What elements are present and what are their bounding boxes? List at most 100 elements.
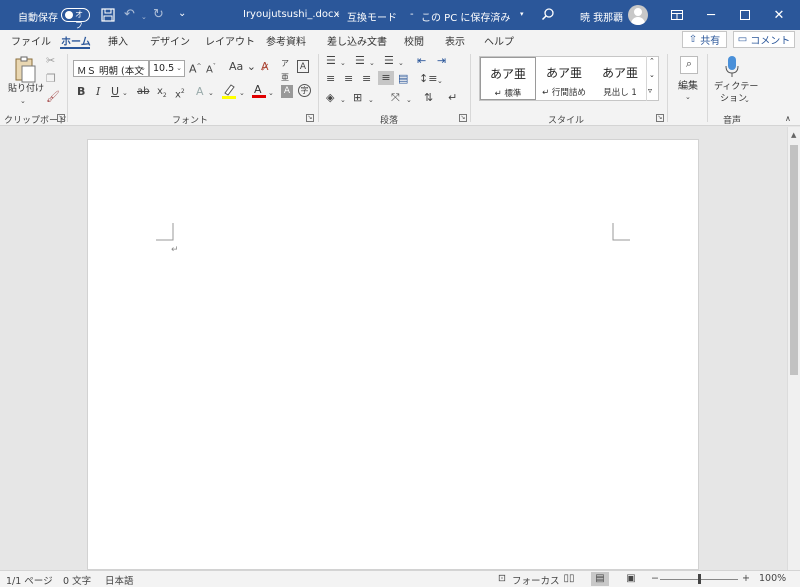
word-count[interactable]: 0 文字 <box>63 573 91 587</box>
zoom-out-button[interactable]: − <box>651 573 659 584</box>
shading-dropdown-icon[interactable]: ⌄ <box>340 93 346 107</box>
tab-file[interactable]: ファイル <box>11 33 51 48</box>
user-name[interactable]: 暁 我那覇 <box>580 9 623 24</box>
superscript-icon[interactable]: x2 <box>175 85 185 102</box>
increase-indent-icon[interactable]: ⇥ <box>437 54 446 68</box>
asian-layout-dropdown-icon[interactable]: ⌄ <box>406 93 412 107</box>
maximize-icon[interactable] <box>728 0 762 30</box>
customize-qat-icon[interactable]: ⌄ <box>178 7 186 21</box>
dictation-label-line1[interactable]: ディクテー <box>714 81 758 93</box>
tab-insert[interactable]: 挿入 <box>108 33 128 48</box>
web-layout-icon[interactable]: ▣ <box>622 572 640 586</box>
numbering-icon[interactable]: ☰ <box>355 54 365 68</box>
font-name-combobox[interactable]: ＭＳ 明朝 (本文 ⌄ <box>73 60 149 77</box>
format-painter-icon[interactable]: 🖌 <box>46 90 60 104</box>
change-case-icon[interactable]: Aa ⌄ <box>229 60 256 74</box>
align-center-icon[interactable]: ≡ <box>344 72 353 86</box>
italic-icon[interactable]: I <box>96 85 100 99</box>
multilevel-list-icon[interactable]: ☰ <box>384 54 394 68</box>
ribbon-display-options-icon[interactable] <box>660 0 694 30</box>
tab-references[interactable]: 参考資料 <box>266 33 306 48</box>
text-effects-dropdown-icon[interactable]: ⌄ <box>208 86 214 100</box>
font-name-dropdown-icon[interactable]: ⌄ <box>140 64 146 72</box>
print-layout-icon[interactable]: ▤ <box>591 572 609 586</box>
editing-dropdown-icon[interactable]: ⌄ <box>685 90 691 104</box>
gallery-down-icon[interactable]: ⌄ <box>649 71 655 79</box>
zoom-slider-thumb[interactable] <box>698 574 701 584</box>
tab-layout[interactable]: レイアウト <box>205 33 255 48</box>
borders-dropdown-icon[interactable]: ⌄ <box>368 93 374 107</box>
character-shading-icon[interactable]: A <box>281 85 293 98</box>
focus-mode[interactable]: フォーカス <box>512 573 560 587</box>
styles-launcher-icon[interactable]: ↘ <box>656 114 664 122</box>
font-launcher-icon[interactable]: ↘ <box>306 114 314 122</box>
style-item[interactable]: あア亜 ↵ 行間詰め <box>536 57 592 100</box>
tab-review[interactable]: 校閲 <box>404 33 424 48</box>
align-left-icon[interactable]: ≡ <box>326 72 335 86</box>
paragraph-launcher-icon[interactable]: ↘ <box>459 114 467 122</box>
underline-dropdown-icon[interactable]: ⌄ <box>122 86 128 100</box>
tab-mailings[interactable]: 差し込み文書 <box>327 33 387 48</box>
clear-formatting-icon[interactable]: A̷ <box>261 60 269 74</box>
multilevel-dropdown-icon[interactable]: ⌄ <box>398 56 404 70</box>
zoom-in-button[interactable]: + <box>742 573 750 584</box>
close-icon[interactable]: ✕ <box>762 0 796 30</box>
comments-button[interactable]: ▭ コメント <box>733 31 795 48</box>
paste-label[interactable]: 貼り付け <box>8 83 44 95</box>
tab-help[interactable]: ヘルプ <box>484 33 514 48</box>
dictation-dropdown-icon[interactable]: ⌄ <box>744 93 750 107</box>
font-color-icon[interactable]: A <box>252 82 266 102</box>
font-size-combobox[interactable]: 10.5 ⌄ <box>149 60 185 77</box>
language[interactable]: 日本語 <box>105 573 134 587</box>
distributed-icon[interactable]: ▤ <box>398 72 408 86</box>
copy-icon[interactable]: ❐ <box>46 72 56 86</box>
paste-dropdown-icon[interactable]: ⌄ <box>20 94 26 108</box>
microphone-icon[interactable] <box>725 55 739 82</box>
style-item[interactable]: あア亜 見出し 1 <box>592 57 648 100</box>
phonetic-guide-icon[interactable]: ア亜 <box>281 57 289 85</box>
text-effects-icon[interactable]: A <box>196 85 204 99</box>
line-spacing-dropdown-icon[interactable]: ⌄ <box>437 74 443 88</box>
bullets-icon[interactable]: ☰ <box>326 54 336 68</box>
asian-layout-icon[interactable]: ⤧ <box>391 91 400 105</box>
save-state[interactable]: この PC に保存済み <box>421 9 510 24</box>
scroll-up-icon[interactable]: ▲ <box>791 131 796 139</box>
clipboard-launcher-icon[interactable]: ↘ <box>57 114 65 122</box>
tab-design[interactable]: デザイン <box>150 33 190 48</box>
character-border-icon[interactable]: A <box>297 60 309 73</box>
minimize-icon[interactable]: ─ <box>694 0 728 30</box>
font-size-dropdown-icon[interactable]: ⌄ <box>176 64 182 72</box>
cut-icon[interactable]: ✂ <box>46 54 55 68</box>
font-color-dropdown-icon[interactable]: ⌄ <box>268 86 274 100</box>
read-mode-icon[interactable]: ▯▯ <box>560 572 578 586</box>
undo-dropdown-icon[interactable]: ⌄ <box>141 10 147 24</box>
underline-icon[interactable]: U <box>111 85 119 99</box>
numbering-dropdown-icon[interactable]: ⌄ <box>369 56 375 70</box>
page-count[interactable]: 1/1 ページ <box>6 573 53 587</box>
highlight-dropdown-icon[interactable]: ⌄ <box>239 86 245 100</box>
search-icon[interactable] <box>541 7 555 25</box>
justify-icon[interactable]: ≡ <box>378 71 394 85</box>
subscript-icon[interactable]: x2 <box>157 85 167 103</box>
share-button[interactable]: ⇧ 共有 <box>682 31 727 48</box>
show-hide-marks-icon[interactable]: ↵ <box>448 91 457 105</box>
tab-view[interactable]: 表示 <box>445 33 465 48</box>
shrink-font-icon[interactable]: A˅ <box>206 60 216 77</box>
zoom-level[interactable]: 100% <box>759 573 786 584</box>
bold-icon[interactable]: B <box>77 85 85 99</box>
autosave-toggle[interactable]: オフ <box>61 8 90 30</box>
borders-icon[interactable]: ⊞ <box>353 91 362 105</box>
strikethrough-icon[interactable]: ab <box>137 85 149 99</box>
gallery-more-icon[interactable]: ▿ <box>648 86 652 95</box>
bullets-dropdown-icon[interactable]: ⌄ <box>340 56 346 70</box>
save-state-dropdown-icon[interactable]: ▾ <box>520 10 524 18</box>
gallery-up-icon[interactable]: ⌃ <box>649 57 655 65</box>
decrease-indent-icon[interactable]: ⇤ <box>417 54 426 68</box>
undo-icon[interactable]: ↶ <box>124 8 135 22</box>
dictation-label-line2[interactable]: ション <box>720 93 747 105</box>
align-right-icon[interactable]: ≡ <box>362 72 371 86</box>
focus-icon[interactable]: ⊡ <box>498 573 506 584</box>
grow-font-icon[interactable]: A^ <box>189 60 202 77</box>
vertical-scrollbar[interactable]: ▲ <box>787 127 800 570</box>
sort-icon[interactable]: ⇅ <box>424 91 433 105</box>
